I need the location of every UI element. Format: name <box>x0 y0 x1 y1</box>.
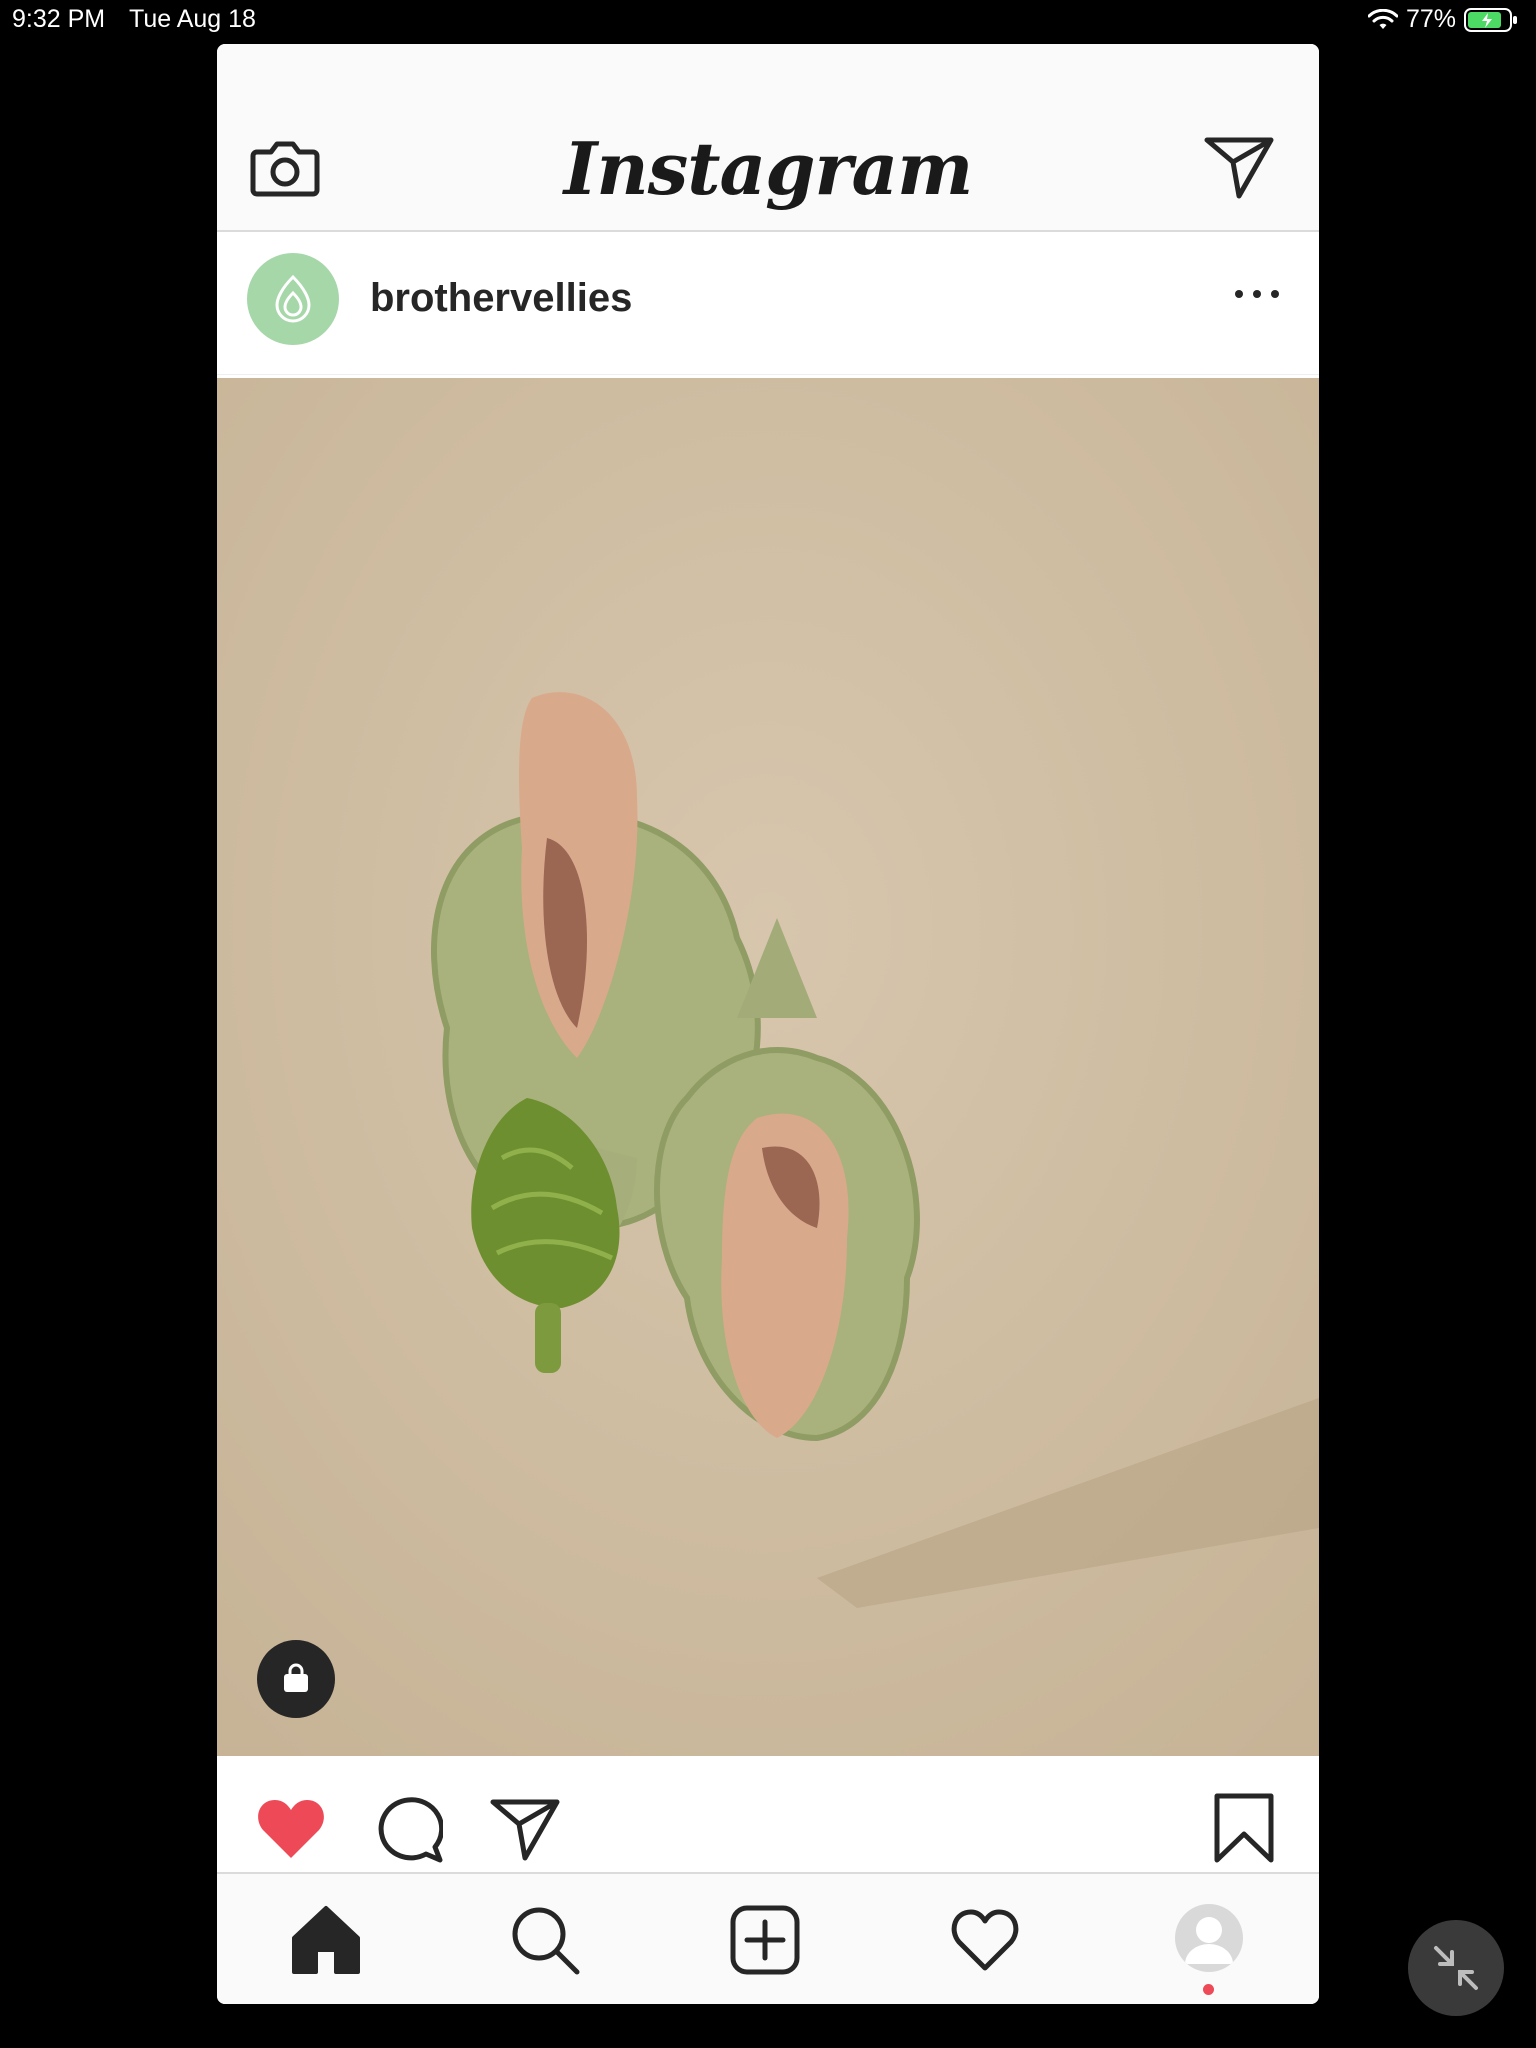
add-post-icon[interactable] <box>729 1904 801 1976</box>
shopping-bag-icon <box>284 1663 308 1692</box>
status-bar: 9:32 PM Tue Aug 18 77% <box>0 0 1536 40</box>
avatar[interactable] <box>247 253 339 345</box>
profile-icon[interactable] <box>1175 1904 1243 1972</box>
bookmark-icon[interactable] <box>1213 1792 1275 1864</box>
instagram-app: Instagram brothervellies <box>217 44 1319 2004</box>
brand-logo-icon <box>275 274 311 323</box>
home-icon[interactable] <box>290 1904 362 1976</box>
heart-icon[interactable] <box>255 1796 327 1860</box>
post-header: brothervellies <box>217 232 1319 375</box>
status-time: 9:32 PM <box>12 5 106 33</box>
direct-message-icon[interactable] <box>1203 132 1275 202</box>
share-icon[interactable] <box>489 1796 561 1862</box>
search-icon[interactable] <box>509 1904 581 1976</box>
collapse-arrows-icon <box>1434 1946 1478 1990</box>
status-indicators: 77% <box>1367 5 1518 34</box>
post-username[interactable]: brothervellies <box>370 276 632 321</box>
bottom-tab-bar <box>217 1872 1319 2004</box>
instagram-logo: Instagram <box>563 126 974 211</box>
app-header: Instagram <box>217 44 1319 232</box>
battery-percent: 77% <box>1405 5 1456 33</box>
post-image[interactable] <box>217 378 1319 1756</box>
status-date: Tue Aug 18 <box>129 5 256 33</box>
collapse-button[interactable] <box>1408 1920 1504 2016</box>
notification-dot <box>1203 1984 1214 1995</box>
product-photo <box>217 378 1319 1756</box>
default-avatar-icon <box>1185 1917 1233 1964</box>
battery-icon <box>1464 7 1517 32</box>
activity-heart-icon[interactable] <box>949 1904 1021 1976</box>
shopping-tag-button[interactable] <box>257 1640 335 1718</box>
post-actions <box>217 1756 1319 1874</box>
more-options-icon[interactable] <box>1233 284 1281 304</box>
comment-icon[interactable] <box>373 1796 443 1864</box>
wifi-icon <box>1367 8 1398 29</box>
